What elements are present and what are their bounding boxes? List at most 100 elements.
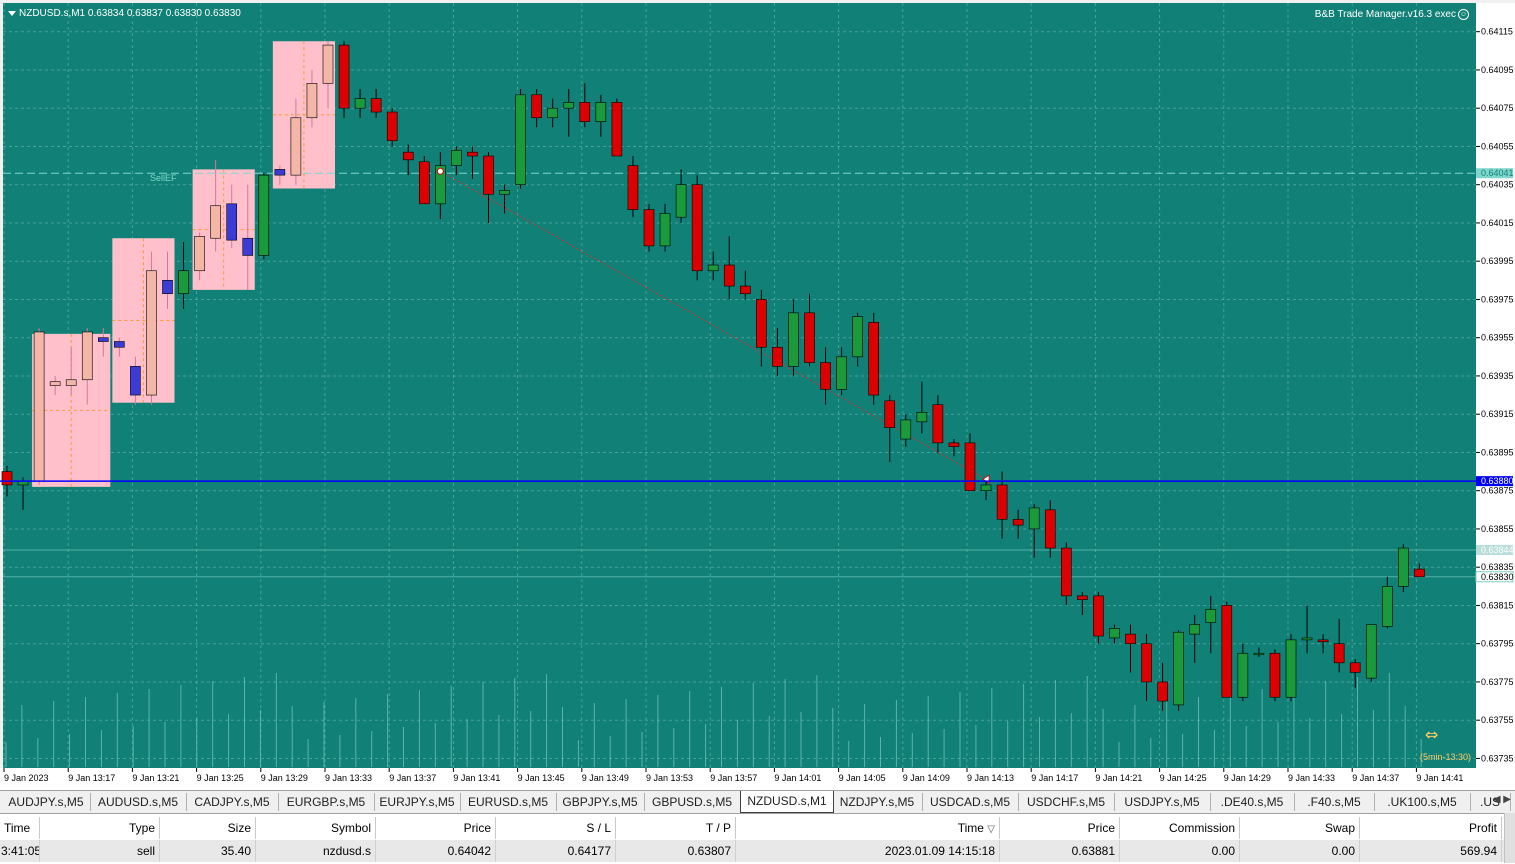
header-profit[interactable]: Profit <box>1360 817 1502 839</box>
bull-candle-body[interactable] <box>1237 652 1249 698</box>
bull-candle-body[interactable] <box>547 107 559 119</box>
header-size[interactable]: Size <box>160 817 256 839</box>
bear-candle-body[interactable] <box>242 237 254 256</box>
bull-candle-body[interactable] <box>1301 637 1313 641</box>
price-axis[interactable] <box>1476 3 1515 768</box>
bear-candle-body[interactable] <box>1157 681 1168 702</box>
bear-candle-body[interactable] <box>1414 568 1425 578</box>
bear-candle-body[interactable] <box>1141 643 1152 683</box>
bear-candle-body[interactable] <box>1093 595 1104 637</box>
tab-scroll-arrows-icon[interactable]: ◀ ▶ <box>1493 794 1511 805</box>
header-time[interactable]: Time <box>0 817 40 839</box>
bear-candle-body[interactable] <box>739 285 751 294</box>
bull-candle-body[interactable] <box>675 184 687 218</box>
tab-f40-s-m5[interactable]: .F40.s,M5 <box>1294 793 1375 811</box>
tab-audusd-s-m5[interactable]: AUDUSD.s,M5 <box>90 793 187 811</box>
chart-window[interactable]: 0.64115 0.64095 0.64075 0.64055 0.64035 0.640… <box>0 0 1515 790</box>
bear-candle-body[interactable] <box>820 362 831 390</box>
bull-candle-body[interactable] <box>836 356 847 390</box>
bull-candle-body[interactable] <box>322 44 334 84</box>
tab-audjpy-s-m5[interactable]: AUDJPY.s,M5 <box>2 793 91 811</box>
bear-candle-body[interactable] <box>130 366 141 396</box>
bull-candle-body[interactable] <box>194 236 205 272</box>
bear-candle-body[interactable] <box>1349 662 1361 673</box>
bull-candle-body[interactable] <box>354 98 366 109</box>
session-arrows-icon[interactable]: ⇔ <box>1425 725 1438 744</box>
bear-candle-body[interactable] <box>1077 595 1088 601</box>
tab-usdjpy-s-m5[interactable]: USDJPY.s,M5 <box>1114 793 1211 811</box>
bull-candle-body[interactable] <box>659 213 671 247</box>
bear-candle-body[interactable] <box>1269 652 1281 698</box>
bull-candle-body[interactable] <box>65 379 77 386</box>
bear-candle-body[interactable] <box>370 98 382 113</box>
bear-candle-body[interactable] <box>964 442 976 491</box>
bull-candle-body[interactable] <box>1398 547 1409 587</box>
bear-candle-body[interactable] <box>996 484 1008 520</box>
bull-candle-body[interactable] <box>146 270 157 396</box>
bull-candle-body[interactable] <box>1109 628 1120 639</box>
bull-candle-body[interactable] <box>178 270 189 295</box>
tab-nzdjpy-s-m5[interactable]: NZDJPY.s,M5 <box>832 793 923 811</box>
header-close-time[interactable]: Time ▽ <box>736 817 1000 839</box>
price-chart[interactable]: 0.64115 0.64095 0.64075 0.64055 0.64035 0.640… <box>0 0 1515 790</box>
bull-candle-body[interactable] <box>980 484 992 491</box>
bear-candle-body[interactable] <box>723 264 735 287</box>
header-type[interactable]: Type <box>40 817 160 839</box>
bear-candle-body[interactable] <box>772 346 783 367</box>
bull-candle-body[interactable] <box>290 117 302 176</box>
header-symbol[interactable]: Symbol <box>256 817 376 839</box>
expert-advisor-label[interactable]: B&B Trade Manager.v16.3 exec ☺ <box>1315 9 1469 20</box>
bear-candle-body[interactable] <box>162 280 173 294</box>
bull-candle-body[interactable] <box>1253 652 1265 656</box>
tab-de40-s-m5[interactable]: .DE40.s,M5 <box>1210 793 1295 811</box>
collapse-triangle-icon[interactable] <box>8 10 16 16</box>
bull-candle-body[interactable] <box>1382 586 1393 627</box>
bear-candle-body[interactable] <box>1012 519 1024 526</box>
bear-candle-body[interactable] <box>1125 633 1136 644</box>
bear-candle-body[interactable] <box>627 165 639 210</box>
tab-gbpjpy-s-m5[interactable]: GBPJPY.s,M5 <box>556 793 645 811</box>
bear-candle-body[interactable] <box>274 169 286 176</box>
bull-candle-body[interactable] <box>1173 631 1184 706</box>
header-price[interactable]: Price <box>376 817 496 839</box>
bear-candle-body[interactable] <box>579 102 591 122</box>
bear-candle-body[interactable] <box>691 184 703 272</box>
bear-candle-body[interactable] <box>868 322 880 396</box>
bull-candle-body[interactable] <box>210 205 221 239</box>
bear-candle-body[interactable] <box>932 404 944 444</box>
bear-candle-body[interactable] <box>1044 509 1056 549</box>
bear-candle-body[interactable] <box>1333 643 1345 664</box>
tab-usdcad-s-m5[interactable]: USDCAD.s,M5 <box>922 793 1019 811</box>
bear-candle-body[interactable] <box>1317 639 1329 643</box>
bear-candle-body[interactable] <box>467 151 478 157</box>
header-commission[interactable]: Commission <box>1120 817 1240 839</box>
symbol-ohlc-header[interactable]: NZDUSD.s,M1 0.63834 0.63837 0.63830 0.63… <box>8 8 241 19</box>
tab-eurusd-s-m5[interactable]: EURUSD.s,M5 <box>460 793 557 811</box>
bear-candle-body[interactable] <box>1221 605 1233 698</box>
tab-eurgbp-s-m5[interactable]: EURGBP.s,M5 <box>278 793 375 811</box>
terminal-scrollbar[interactable] <box>1504 813 1515 863</box>
bull-candle-body[interactable] <box>1285 639 1297 698</box>
bear-candle-body[interactable] <box>402 151 414 161</box>
tab-usdchf-s-m5[interactable]: USDCHF.s,M5 <box>1018 793 1115 811</box>
bull-candle-body[interactable] <box>1028 507 1040 530</box>
bear-candle-body[interactable] <box>483 155 494 195</box>
bear-candle-body[interactable] <box>643 209 655 247</box>
tab-uk100-s-m5[interactable]: .UK100.s,M5 <box>1374 793 1471 811</box>
bear-candle-body[interactable] <box>386 111 398 141</box>
bull-candle-body[interactable] <box>451 149 462 166</box>
bull-candle-body[interactable] <box>1365 624 1377 679</box>
header-swap[interactable]: Swap <box>1240 817 1360 839</box>
bull-candle-body[interactable] <box>306 83 318 119</box>
table-row[interactable]: 3:41:05 sell 35.40 nzdusd.s 0.64042 0.64… <box>0 840 1505 862</box>
header-sl[interactable]: S / L <box>496 817 616 839</box>
bull-candle-body[interactable] <box>1205 608 1217 623</box>
header-tp[interactable]: T / P <box>616 817 736 839</box>
bear-candle-body[interactable] <box>114 341 125 348</box>
bull-candle-body[interactable] <box>33 331 45 482</box>
bull-candle-body[interactable] <box>81 331 93 381</box>
bear-candle-body[interactable] <box>418 161 430 205</box>
bull-candle-body[interactable] <box>499 190 510 195</box>
bear-candle-body[interactable] <box>804 312 815 363</box>
bull-candle-body[interactable] <box>595 102 607 122</box>
